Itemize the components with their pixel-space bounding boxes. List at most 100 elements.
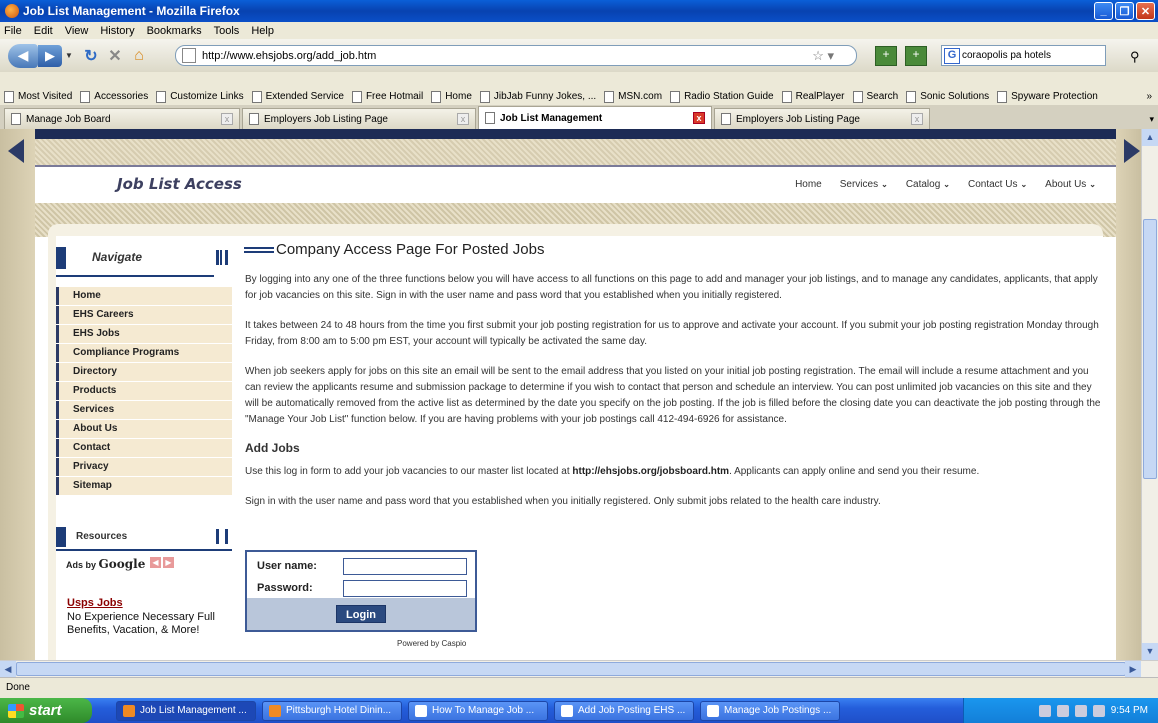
horizontal-scroll-thumb[interactable] (16, 662, 1126, 676)
ad-next-icon[interactable]: ▶ (163, 557, 174, 568)
bookmark-item[interactable]: Free Hotmail (351, 90, 423, 103)
taskbar-item[interactable]: Pittsburgh Hotel Dinin... (262, 700, 402, 721)
tab-list-dropdown-icon[interactable]: ▾ (1149, 114, 1154, 125)
topnav-contact[interactable]: Contact Us ⌄ (968, 179, 1027, 190)
site-header: Job List Access Home Services ⌄ Catalog ⌄ … (35, 167, 1116, 203)
jobsboard-link[interactable]: http://ehsjobs.org/jobsboard.htm (572, 466, 729, 477)
maximize-button[interactable]: ❐ (1115, 2, 1134, 20)
network-icon[interactable] (1056, 704, 1069, 717)
tab-close-icon[interactable]: x (693, 112, 705, 124)
topnav-services[interactable]: Services ⌄ (840, 179, 888, 190)
horizontal-scrollbar[interactable]: ◀ ▶ (0, 660, 1158, 677)
powered-by-caspio[interactable]: Powered by Caspio (397, 639, 466, 648)
forward-icon[interactable]: ▶ (38, 44, 62, 67)
tab-employers-job-listing-2[interactable]: Employers Job Listing Page x (714, 108, 930, 129)
google-search-icon[interactable]: G (944, 47, 960, 64)
addon-icon-1[interactable]: + (875, 46, 897, 66)
taskbar-item[interactable]: How To Manage Job ... (408, 700, 548, 721)
chevron-down-icon: ⌄ (943, 180, 950, 189)
search-bar[interactable]: G (941, 45, 1106, 66)
close-window-button[interactable]: ✕ (1136, 2, 1155, 20)
search-input[interactable] (962, 50, 1102, 61)
bookmark-item[interactable]: Accessories (80, 90, 148, 103)
menu-history[interactable]: History (100, 25, 134, 37)
system-tray: 9:54 PM (963, 698, 1158, 723)
stop-icon[interactable]: ✕ (103, 45, 127, 67)
home-icon[interactable]: ⌂ (127, 45, 151, 67)
bookmark-item[interactable]: RealPlayer (781, 90, 845, 103)
url-text[interactable]: http://www.ehsjobs.org/add_job.htm (202, 50, 376, 62)
back-icon[interactable]: ◀ (8, 43, 38, 68)
minimize-button[interactable]: _ (1094, 2, 1113, 20)
page-viewport: Job List Access Home Services ⌄ Catalog ⌄ … (0, 129, 1141, 660)
bookmark-star-icon[interactable]: ☆ ▾ (812, 48, 834, 64)
bookmark-item[interactable]: JibJab Funny Jokes, ... (479, 90, 596, 103)
tab-manage-job-board[interactable]: Manage Job Board x (4, 108, 240, 129)
sidebar-item-ehs-jobs[interactable]: EHS Jobs (56, 325, 232, 343)
addon-icon-2[interactable]: + (905, 46, 927, 66)
resources-title: Resources (76, 531, 128, 542)
menu-bookmarks[interactable]: Bookmarks (147, 25, 202, 37)
tab-close-icon[interactable]: x (221, 113, 233, 125)
help-icon[interactable] (1038, 704, 1051, 717)
ads-by-google[interactable]: Ads by Google (66, 557, 145, 571)
menu-file[interactable]: File (4, 25, 22, 37)
vertical-scroll-thumb[interactable] (1143, 219, 1157, 479)
history-dropdown-icon[interactable]: ▼ (65, 51, 73, 60)
tab-job-list-management[interactable]: Job List Management x (478, 106, 712, 129)
scroll-down-icon[interactable]: ▼ (1142, 643, 1158, 660)
security-icon[interactable] (1092, 704, 1105, 717)
sidebar-item-directory[interactable]: Directory (56, 363, 232, 381)
vertical-scrollbar[interactable]: ▲ ▼ (1141, 129, 1158, 660)
menu-view[interactable]: View (65, 25, 89, 37)
menu-tools[interactable]: Tools (214, 25, 240, 37)
title-decoration-icon (244, 246, 274, 253)
topnav-label: About Us (1045, 179, 1087, 190)
search-magnifier-icon[interactable]: ⚲ (1130, 49, 1140, 65)
menu-help[interactable]: Help (251, 25, 274, 37)
username-field[interactable] (343, 557, 467, 575)
scroll-right-icon[interactable]: ▶ (1125, 661, 1141, 677)
url-bar[interactable]: http://www.ehsjobs.org/add_job.htm ☆ ▾ (175, 45, 857, 66)
page-icon (997, 90, 1008, 103)
tab-close-icon[interactable]: x (457, 113, 469, 125)
ad-link[interactable]: Usps Jobs (67, 597, 123, 609)
topnav-about[interactable]: About Us ⌄ (1045, 179, 1096, 190)
sidebar-item-contact[interactable]: Contact (56, 439, 232, 457)
taskbar-item[interactable]: Add Job Posting EHS ... (554, 700, 694, 721)
password-field[interactable] (343, 579, 467, 597)
tab-close-icon[interactable]: x (911, 113, 923, 125)
sidebar-item-privacy[interactable]: Privacy (56, 458, 232, 476)
scroll-left-icon[interactable]: ◀ (0, 661, 16, 677)
bookmark-item[interactable]: Radio Station Guide (670, 90, 774, 103)
sidebar-item-home[interactable]: Home (56, 287, 232, 305)
sidebar-item-compliance[interactable]: Compliance Programs (56, 344, 232, 362)
sidebar-item-about[interactable]: About Us (56, 420, 232, 438)
start-button[interactable]: start (0, 698, 92, 723)
reload-icon[interactable]: ↻ (79, 45, 103, 67)
sidebar-item-services[interactable]: Services (56, 401, 232, 419)
bookmark-item[interactable]: Spyware Protection (997, 90, 1098, 103)
bookmark-item[interactable]: MSN.com (604, 90, 662, 103)
ad-prev-icon[interactable]: ◀ (150, 557, 161, 568)
bookmark-item[interactable]: Extended Service (251, 90, 344, 103)
bookmarks-overflow-icon[interactable]: » (1146, 91, 1152, 102)
taskbar-item[interactable]: Job List Management ... (116, 700, 256, 721)
taskbar-item[interactable]: Manage Job Postings ... (700, 700, 840, 721)
bookmark-item[interactable]: Home (431, 90, 472, 103)
bookmark-item[interactable]: Customize Links (156, 90, 244, 103)
scroll-up-icon[interactable]: ▲ (1142, 129, 1158, 146)
bookmark-item[interactable]: Search (852, 90, 898, 103)
topnav-catalog[interactable]: Catalog ⌄ (906, 179, 950, 190)
navigate-heading: Navigate (56, 247, 232, 269)
menu-edit[interactable]: Edit (34, 25, 53, 37)
bookmark-item[interactable]: Most Visited (4, 90, 72, 103)
tab-employers-job-listing[interactable]: Employers Job Listing Page x (242, 108, 476, 129)
volume-icon[interactable] (1074, 704, 1087, 717)
sidebar-item-sitemap[interactable]: Sitemap (56, 477, 232, 495)
sidebar-item-products[interactable]: Products (56, 382, 232, 400)
login-button[interactable]: Login (336, 605, 386, 623)
topnav-home[interactable]: Home (795, 179, 822, 190)
bookmark-item[interactable]: Sonic Solutions (906, 90, 989, 103)
sidebar-item-ehs-careers[interactable]: EHS Careers (56, 306, 232, 324)
